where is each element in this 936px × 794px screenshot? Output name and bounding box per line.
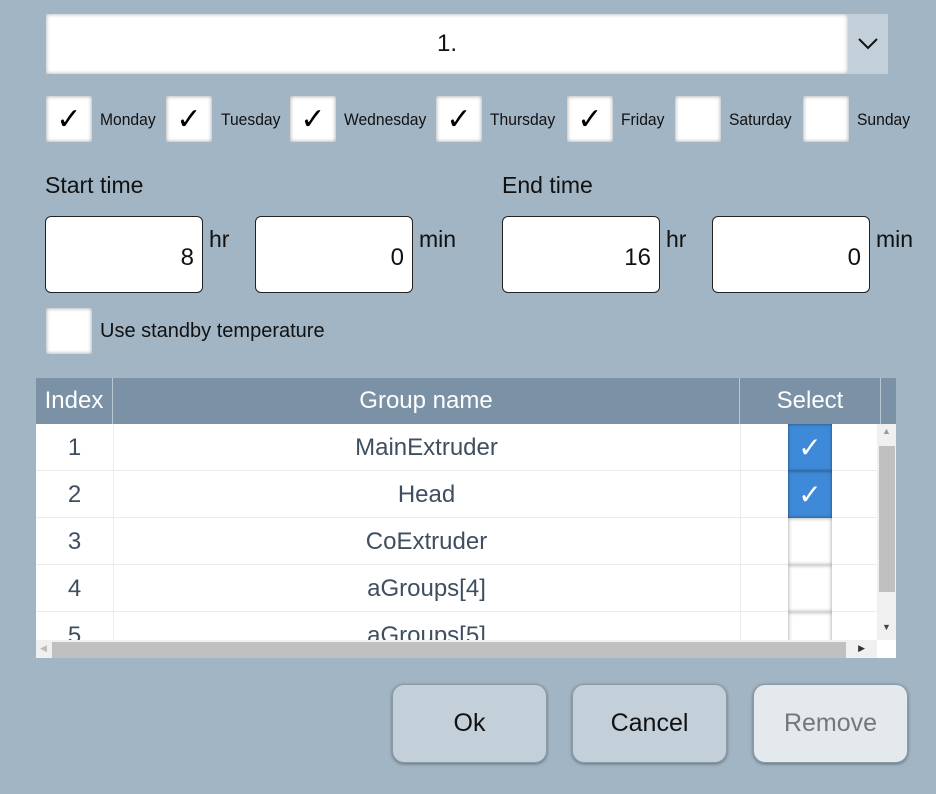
row-select-checkbox[interactable]	[788, 518, 832, 565]
vertical-scroll-thumb[interactable]	[879, 446, 895, 592]
scroll-left-icon[interactable]: ◀	[40, 643, 47, 654]
label-saturday: Saturday	[729, 110, 792, 129]
scroll-up-icon[interactable]: ▲	[882, 426, 891, 436]
checkmark-icon: ✓	[56, 102, 82, 136]
checkmark-icon: ✓	[176, 102, 202, 136]
horizontal-scroll-thumb[interactable]	[52, 642, 846, 658]
header-filler	[881, 378, 896, 424]
end-hour-input[interactable]: 16	[502, 216, 660, 293]
row-group-name: MainExtruder	[355, 433, 498, 461]
chevron-down-icon	[858, 38, 878, 50]
checkbox-tuesday[interactable]: ✓	[166, 96, 212, 142]
checkbox-wednesday[interactable]: ✓	[290, 96, 336, 142]
checkbox-sunday[interactable]	[803, 96, 849, 142]
end-hour-unit: hr	[666, 226, 687, 252]
standby-label: Use standby temperature	[100, 320, 325, 342]
vertical-scrollbar[interactable]: ▲ ▼	[877, 424, 896, 640]
row-group-name: Head	[397, 480, 456, 508]
row-group-name: aGroups[4]	[367, 574, 486, 602]
ok-button[interactable]: Ok	[392, 684, 547, 763]
group-table: Index Group name Select 1 MainExtruder ✓…	[36, 378, 896, 658]
column-header-index[interactable]: Index	[36, 378, 113, 424]
label-friday: Friday	[621, 110, 665, 129]
label-thursday: Thursday	[490, 110, 556, 129]
row-index: 1	[67, 433, 82, 461]
column-header-group-name[interactable]: Group name	[113, 378, 740, 424]
cancel-button[interactable]: Cancel	[572, 684, 727, 763]
end-minute-unit: min	[876, 226, 914, 252]
checkmark-icon: ✓	[577, 102, 603, 136]
remove-button[interactable]: Remove	[753, 684, 908, 763]
label-sunday: Sunday	[857, 110, 911, 129]
start-hour-input[interactable]: 8	[45, 216, 203, 293]
label-wednesday: Wednesday	[344, 110, 427, 129]
checkbox-friday[interactable]: ✓	[567, 96, 613, 142]
horizontal-scrollbar[interactable]: ◀ ▶	[36, 640, 877, 658]
schedule-value: 1.	[436, 30, 457, 57]
start-minute-unit: min	[419, 226, 457, 252]
checkbox-monday[interactable]: ✓	[46, 96, 92, 142]
end-time-label: End time	[502, 172, 593, 198]
schedule-dropdown[interactable]: 1.	[46, 14, 848, 74]
row-index: 5	[67, 621, 82, 641]
standby-checkbox[interactable]	[46, 308, 92, 354]
start-hour-unit: hr	[209, 226, 230, 252]
row-select-checkbox[interactable]	[788, 565, 832, 612]
checkmark-icon: ✓	[446, 102, 472, 136]
dropdown-toggle-button[interactable]	[848, 14, 888, 74]
table-row[interactable]: 5 aGroups[5]	[36, 612, 877, 640]
start-minute-input[interactable]: 0	[255, 216, 413, 293]
end-minute-input[interactable]: 0	[712, 216, 870, 293]
table-row[interactable]: 4 aGroups[4]	[36, 565, 877, 612]
row-index: 2	[67, 480, 82, 508]
row-group-name: CoExtruder	[365, 527, 488, 555]
row-index: 4	[67, 574, 82, 602]
checkbox-thursday[interactable]: ✓	[436, 96, 482, 142]
checkmark-icon: ✓	[798, 432, 822, 463]
table-row[interactable]: 2 Head ✓	[36, 471, 877, 518]
table-row[interactable]: 3 CoExtruder	[36, 518, 877, 565]
scroll-down-icon[interactable]: ▼	[882, 622, 891, 632]
label-monday: Monday	[100, 110, 156, 129]
table-row[interactable]: 1 MainExtruder ✓	[36, 424, 877, 471]
row-group-name: aGroups[5]	[367, 621, 486, 641]
checkbox-saturday[interactable]	[675, 96, 721, 142]
start-time-label: Start time	[45, 172, 144, 198]
checkmark-icon: ✓	[300, 102, 326, 136]
checkmark-icon: ✓	[798, 479, 822, 510]
row-index: 3	[67, 527, 82, 555]
row-select-checkbox[interactable]: ✓	[788, 471, 832, 518]
label-tuesday: Tuesday	[221, 110, 281, 129]
row-select-checkbox[interactable]	[788, 612, 832, 640]
row-select-checkbox[interactable]: ✓	[788, 424, 832, 471]
column-header-select[interactable]: Select	[740, 378, 881, 424]
scroll-right-icon[interactable]: ▶	[858, 643, 865, 654]
